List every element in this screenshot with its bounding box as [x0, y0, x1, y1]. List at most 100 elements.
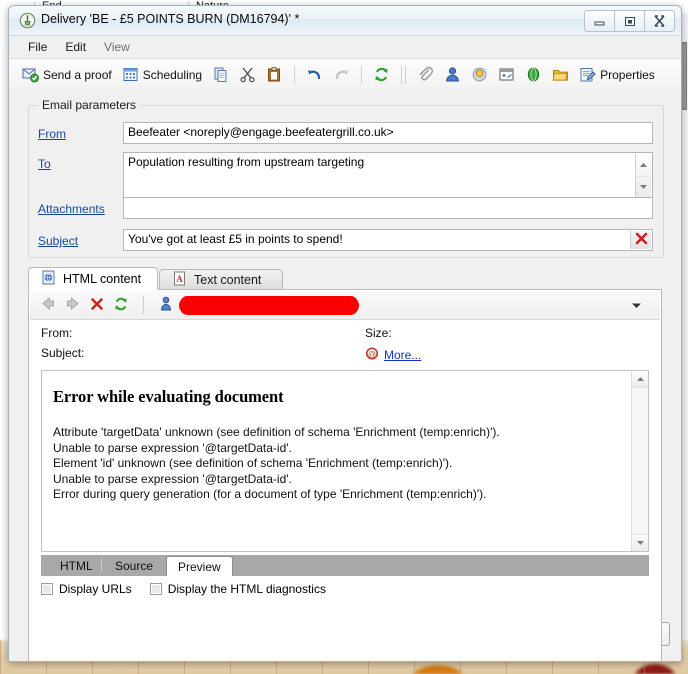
- title-bar: Delivery 'BE - £5 POINTS BURN (DM16794)'…: [9, 6, 681, 36]
- more-link[interactable]: @ More...: [365, 346, 421, 363]
- error-line: Unable to parse expression '@targetData-…: [53, 471, 292, 486]
- preview-document: Error while evaluating document Attribut…: [41, 370, 649, 552]
- attachments-label[interactable]: Attachments: [38, 202, 105, 216]
- display-html-diagnostics-checkbox[interactable]: Display the HTML diagnostics: [149, 582, 326, 596]
- back-arrow-icon[interactable]: [40, 296, 56, 314]
- validity-button[interactable]: [521, 61, 546, 89]
- delivery-window: Delivery 'BE - £5 POINTS BURN (DM16794)'…: [8, 5, 682, 662]
- tab-text-content-label: Text content: [194, 272, 262, 287]
- folder-button[interactable]: [548, 61, 573, 89]
- send-proof-label: Send a proof: [43, 67, 112, 82]
- paste-icon: [266, 66, 283, 83]
- error-line: Attribute 'targetData' unknown (see defi…: [53, 425, 500, 439]
- copy-button[interactable]: [208, 61, 233, 89]
- refresh-button[interactable]: [369, 61, 394, 89]
- properties-label: Properties: [600, 67, 655, 82]
- error-lines: Attribute 'targetData' unknown (see defi…: [42, 407, 648, 503]
- meta-from-label: From:: [41, 326, 73, 340]
- minimize-icon[interactable]: [584, 10, 615, 32]
- preview-mode-tabs: HTML Source Preview: [41, 555, 649, 576]
- to-input[interactable]: Population resulting from upstream targe…: [123, 152, 653, 200]
- send-proof-button[interactable]: Send a proof: [18, 61, 116, 89]
- error-x-icon: [635, 232, 648, 248]
- toolbar-separator: [294, 65, 296, 84]
- from-label[interactable]: From: [38, 127, 66, 141]
- menu-bar: File Edit View: [9, 36, 681, 59]
- properties-icon: [579, 66, 596, 83]
- scroll-up-icon[interactable]: [632, 371, 648, 388]
- error-line: Unable to parse expression '@targetData-…: [53, 440, 292, 455]
- scheduling-button[interactable]: Scheduling: [118, 61, 206, 89]
- properties-button[interactable]: Properties: [575, 61, 659, 89]
- error-line: Element 'id' unknown (see definition of …: [53, 456, 453, 470]
- scheduling-icon: [122, 66, 139, 83]
- spinner-up-icon[interactable]: [636, 154, 651, 176]
- window-controls: [584, 10, 675, 32]
- checkbox-box[interactable]: [41, 583, 53, 595]
- to-label[interactable]: To: [38, 157, 51, 171]
- personalization-button[interactable]: [440, 61, 465, 89]
- checkbox-box[interactable]: [149, 583, 162, 595]
- at-sign-icon: @: [365, 346, 379, 363]
- attachments-input[interactable]: [123, 197, 653, 219]
- meta-size-label: Size:: [365, 326, 392, 340]
- address-bar[interactable]: [160, 294, 654, 316]
- subtab-html[interactable]: HTML: [49, 555, 104, 576]
- display-html-diagnostics-label: Display the HTML diagnostics: [167, 582, 326, 596]
- toolbar-separator: [361, 65, 363, 84]
- scroll-down-icon[interactable]: [632, 534, 648, 551]
- subject-label[interactable]: Subject: [38, 234, 78, 248]
- personalization-icon: [444, 66, 461, 83]
- cut-button[interactable]: [235, 61, 260, 89]
- subtab-preview[interactable]: Preview: [166, 556, 233, 576]
- tab-html-content-label: HTML content: [63, 271, 142, 286]
- folder-icon: [552, 66, 569, 83]
- error-heading: Error while evaluating document: [53, 387, 284, 406]
- toolbar: Send a proof Scheduling Properties: [9, 59, 681, 91]
- spinner-down-icon[interactable]: [636, 175, 651, 199]
- subtab-source[interactable]: Source: [104, 555, 164, 576]
- copy-icon: [212, 66, 229, 83]
- menu-item-view[interactable]: View: [95, 38, 139, 56]
- typology-icon: [498, 66, 515, 83]
- maximize-icon[interactable]: [614, 10, 645, 32]
- subject-error-button[interactable]: [630, 231, 651, 249]
- menu-item-edit[interactable]: Edit: [56, 38, 95, 56]
- from-value: Beefeater <noreply@engage.beefeatergrill…: [128, 125, 394, 139]
- stop-x-icon[interactable]: [90, 297, 104, 314]
- meta-subject-label: Subject:: [41, 346, 85, 360]
- redo-icon: [333, 66, 350, 83]
- attachment-button[interactable]: [413, 61, 438, 89]
- user-icon: [160, 296, 172, 314]
- display-urls-checkbox[interactable]: Display URLs: [41, 582, 132, 596]
- attachment-icon: [417, 66, 434, 83]
- email-parameters-group: Email parameters From Beefeater <noreply…: [28, 98, 664, 258]
- tab-html-content[interactable]: HTML content: [28, 267, 158, 290]
- tab-text-content[interactable]: A Text content: [159, 269, 283, 290]
- close-icon[interactable]: [644, 10, 675, 32]
- subject-input[interactable]: You've got at least £5 in points to spen…: [123, 229, 653, 251]
- to-spinner[interactable]: [635, 154, 651, 198]
- from-input[interactable]: Beefeater <noreply@engage.beefeatergrill…: [123, 122, 653, 144]
- seed-icon: [471, 66, 488, 83]
- text-page-icon: A: [173, 271, 187, 289]
- message-meta: From: Subject: Size: @ More...: [41, 326, 649, 366]
- typology-button[interactable]: [494, 61, 519, 89]
- send-proof-icon: [22, 66, 39, 83]
- content-tab-strip: HTML content A Text content: [28, 267, 662, 290]
- menu-item-file[interactable]: File: [19, 38, 56, 56]
- validity-icon: [525, 66, 542, 83]
- preview-scrollbar[interactable]: [631, 371, 648, 551]
- subject-value: You've got at least £5 in points to spen…: [128, 232, 343, 246]
- scheduling-label: Scheduling: [142, 67, 203, 82]
- redo-button[interactable]: [329, 61, 354, 89]
- seed-button[interactable]: [467, 61, 492, 89]
- chevron-down-icon[interactable]: [631, 298, 642, 312]
- forward-arrow-icon[interactable]: [65, 296, 81, 314]
- more-link-label: More...: [384, 347, 422, 362]
- refresh-icon: [373, 66, 390, 83]
- paste-button[interactable]: [262, 61, 287, 89]
- refresh-icon[interactable]: [113, 296, 129, 315]
- preview-options: Display URLs Display the HTML diagnostic…: [41, 582, 326, 596]
- undo-button[interactable]: [302, 61, 327, 89]
